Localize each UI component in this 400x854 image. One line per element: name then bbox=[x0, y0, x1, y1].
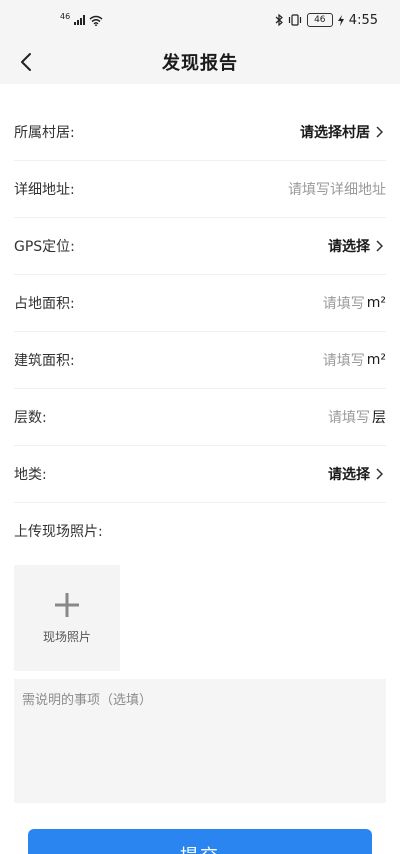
field-label: 建筑面积: bbox=[14, 353, 75, 369]
status-left: 46 bbox=[60, 11, 103, 26]
field-label: GPS定位: bbox=[14, 239, 75, 255]
chevron-right-icon bbox=[372, 239, 386, 253]
field-land-type[interactable]: 地类: 请选择 bbox=[14, 446, 386, 503]
input-placeholder: 请填写 bbox=[328, 410, 370, 426]
nav-bar: 发现报告 bbox=[0, 40, 400, 84]
select-value: 请选择 bbox=[328, 239, 370, 255]
field-land-area[interactable]: 占地面积: 请填写 m² bbox=[14, 275, 386, 332]
floors-input[interactable]: 请填写 层 bbox=[328, 407, 386, 427]
field-floors[interactable]: 层数: 请填写 层 bbox=[14, 389, 386, 446]
charging-icon bbox=[337, 14, 344, 26]
unit-label: m² bbox=[366, 352, 386, 368]
field-village[interactable]: 所属村居: 请选择村居 bbox=[14, 104, 386, 161]
submit-label: 提交 bbox=[180, 842, 220, 854]
upload-photo-label: 上传现场照片: bbox=[14, 524, 103, 540]
submit-button[interactable]: 提交 bbox=[28, 829, 372, 854]
chevron-left-icon bbox=[21, 53, 31, 71]
bluetooth-icon bbox=[275, 14, 283, 26]
page-title: 发现报告 bbox=[162, 53, 238, 74]
address-input[interactable]: 请填写详细地址 bbox=[288, 179, 386, 199]
land-type-select[interactable]: 请选择 bbox=[328, 464, 386, 484]
unit-label: 层 bbox=[372, 410, 386, 426]
field-gps[interactable]: GPS定位: 请选择 bbox=[14, 218, 386, 275]
remarks-textarea[interactable] bbox=[14, 679, 386, 803]
status-right: 46 4:55 bbox=[275, 13, 378, 28]
network-type-label: 46 bbox=[60, 11, 71, 21]
select-value: 请选择村居 bbox=[300, 125, 370, 141]
gps-select[interactable]: 请选择 bbox=[328, 236, 386, 256]
vibrate-icon bbox=[288, 14, 301, 26]
chevron-right-icon bbox=[372, 467, 386, 481]
back-button[interactable] bbox=[14, 50, 38, 74]
report-form: 所属村居: 请选择村居 详细地址: 请填写详细地址 GPS定位: 请选择 占地面… bbox=[0, 84, 400, 803]
field-label: 层数: bbox=[14, 410, 47, 426]
status-bar: 46 46 4:55 bbox=[0, 0, 400, 40]
building-area-input[interactable]: 请填写 m² bbox=[323, 350, 386, 370]
wifi-icon bbox=[89, 15, 103, 26]
field-label: 所属村居: bbox=[14, 125, 75, 141]
top-area: 46 46 4:55 发现报告 bbox=[0, 0, 400, 84]
land-area-input[interactable]: 请填写 m² bbox=[323, 293, 386, 313]
report-page: 46 46 4:55 发现报告 所属村居: 请选择村居 详细地址: 请填写详细地… bbox=[0, 0, 400, 854]
village-select[interactable]: 请选择村居 bbox=[300, 122, 386, 142]
select-value: 请选择 bbox=[328, 467, 370, 483]
field-building-area[interactable]: 建筑面积: 请填写 m² bbox=[14, 332, 386, 389]
signal-icon bbox=[74, 15, 86, 25]
input-placeholder: 请填写详细地址 bbox=[288, 182, 386, 198]
plus-icon bbox=[55, 592, 79, 617]
input-placeholder: 请填写 bbox=[322, 353, 365, 369]
photo-button-label: 现场照片 bbox=[42, 629, 91, 644]
field-address[interactable]: 详细地址: 请填写详细地址 bbox=[14, 161, 386, 218]
field-label: 占地面积: bbox=[14, 296, 75, 312]
chevron-right-icon bbox=[372, 125, 386, 139]
battery-icon: 46 bbox=[306, 13, 333, 27]
status-time: 4:55 bbox=[348, 12, 378, 28]
field-label: 详细地址: bbox=[14, 182, 75, 198]
add-photo-button[interactable]: 现场照片 bbox=[14, 565, 120, 671]
field-label: 地类: bbox=[14, 467, 47, 483]
input-placeholder: 请填写 bbox=[322, 296, 365, 312]
unit-label: m² bbox=[366, 295, 386, 311]
